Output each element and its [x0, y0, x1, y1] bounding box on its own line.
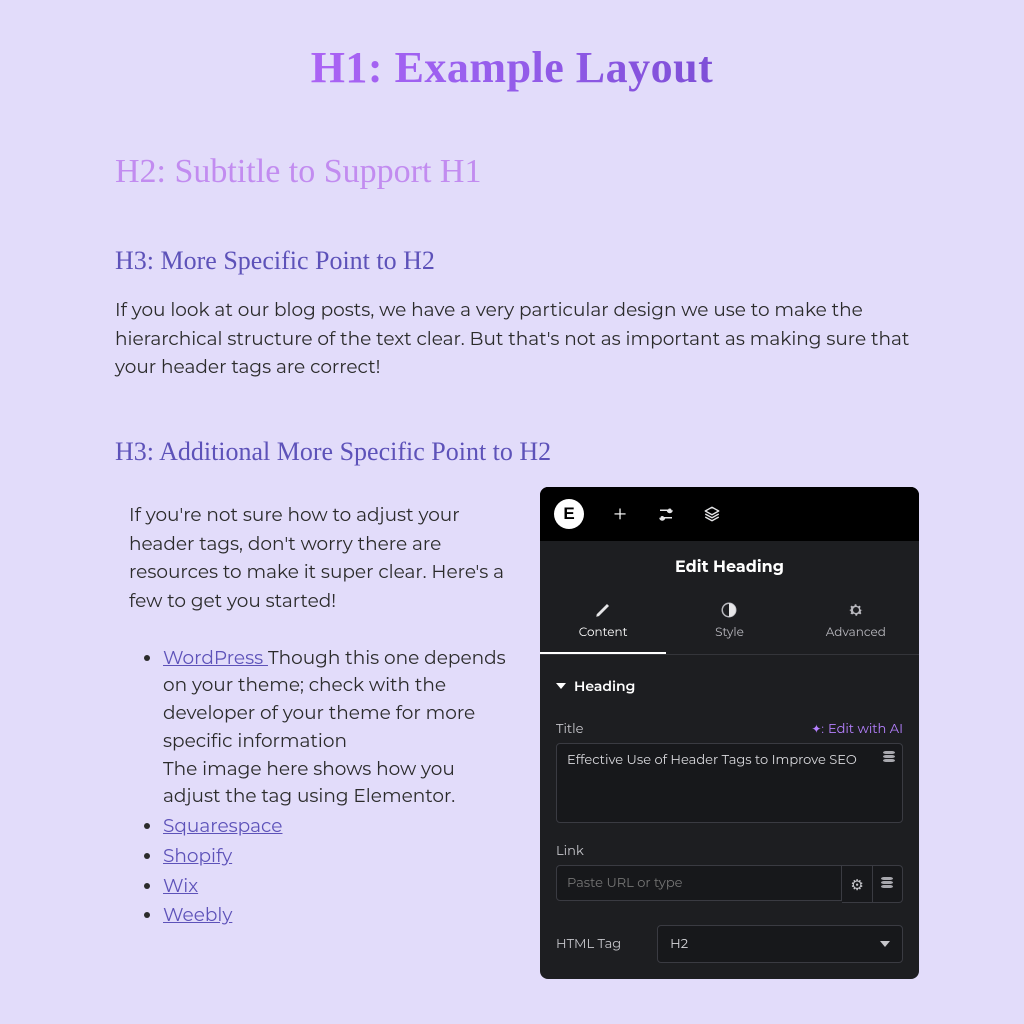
list-item-text: The image here shows how you adjust the … [163, 757, 455, 808]
tab-label: Advanced [826, 625, 886, 640]
link-input[interactable] [556, 865, 842, 901]
link-weebly[interactable]: Weebly [163, 903, 232, 926]
page-h3-2: H3: Additional More Specific Point to H2 [115, 437, 919, 467]
page-h1: H1: Example Layout [0, 42, 1024, 93]
list-item: WordPress Though this one depends on you… [163, 644, 514, 811]
gear-icon [847, 601, 865, 619]
field-label-title: Title [556, 721, 583, 737]
field-label-link: Link [556, 843, 584, 859]
panel-tabs: Content Style Advanced [540, 591, 919, 655]
htmltag-select[interactable]: H2 [657, 925, 903, 963]
title-textarea[interactable] [556, 743, 903, 823]
dynamic-tags-icon [881, 877, 893, 891]
chevron-down-icon [556, 683, 566, 689]
section-heading-toggle[interactable]: Heading [556, 677, 903, 695]
page-h3-1: H3: More Specific Point to H2 [115, 246, 919, 276]
tab-style[interactable]: Style [666, 591, 792, 654]
field-label-htmltag: HTML Tag [556, 936, 621, 952]
elementor-logo-icon[interactable]: E [554, 499, 584, 529]
paragraph-2: If you're not sure how to adjust your he… [129, 501, 514, 616]
tab-label: Content [579, 625, 628, 640]
dynamic-tags-icon[interactable] [883, 751, 895, 769]
list-item: Wix [163, 872, 514, 900]
page-h2: H2: Subtitle to Support H1 [115, 153, 919, 191]
elementor-panel: E + Edit Heading Content [540, 487, 919, 979]
pencil-icon [594, 601, 612, 619]
htmltag-value: H2 [670, 936, 688, 952]
settings-sliders-icon[interactable] [656, 504, 676, 524]
panel-toolbar: E + [540, 487, 919, 541]
link-dynamic-button[interactable] [873, 865, 903, 903]
section-label: Heading [574, 677, 635, 695]
tab-advanced[interactable]: Advanced [793, 591, 919, 654]
edit-with-ai-button[interactable]: ✦: Edit with AI [811, 721, 903, 737]
add-icon[interactable]: + [610, 504, 630, 524]
link-squarespace[interactable]: Squarespace [163, 814, 282, 837]
contrast-icon [720, 601, 738, 619]
gear-icon: ⚙ [850, 875, 863, 894]
list-item: Squarespace [163, 812, 514, 840]
link-shopify[interactable]: Shopify [163, 844, 232, 867]
link-options-button[interactable]: ⚙ [842, 865, 872, 903]
list-item: Weebly [163, 901, 514, 929]
edit-with-ai-label: Edit with AI [828, 721, 903, 737]
tab-label: Style [715, 625, 744, 640]
sparkle-icon: ✦: [811, 722, 824, 737]
paragraph-1: If you look at our blog posts, we have a… [115, 296, 919, 382]
resource-list: WordPress Though this one depends on you… [147, 644, 514, 930]
layers-icon[interactable] [702, 504, 722, 524]
panel-title: Edit Heading [540, 541, 919, 591]
link-wix[interactable]: Wix [163, 874, 198, 897]
chevron-down-icon [880, 941, 890, 947]
link-wordpress[interactable]: WordPress [163, 646, 268, 669]
tab-content[interactable]: Content [540, 591, 666, 654]
list-item: Shopify [163, 842, 514, 870]
